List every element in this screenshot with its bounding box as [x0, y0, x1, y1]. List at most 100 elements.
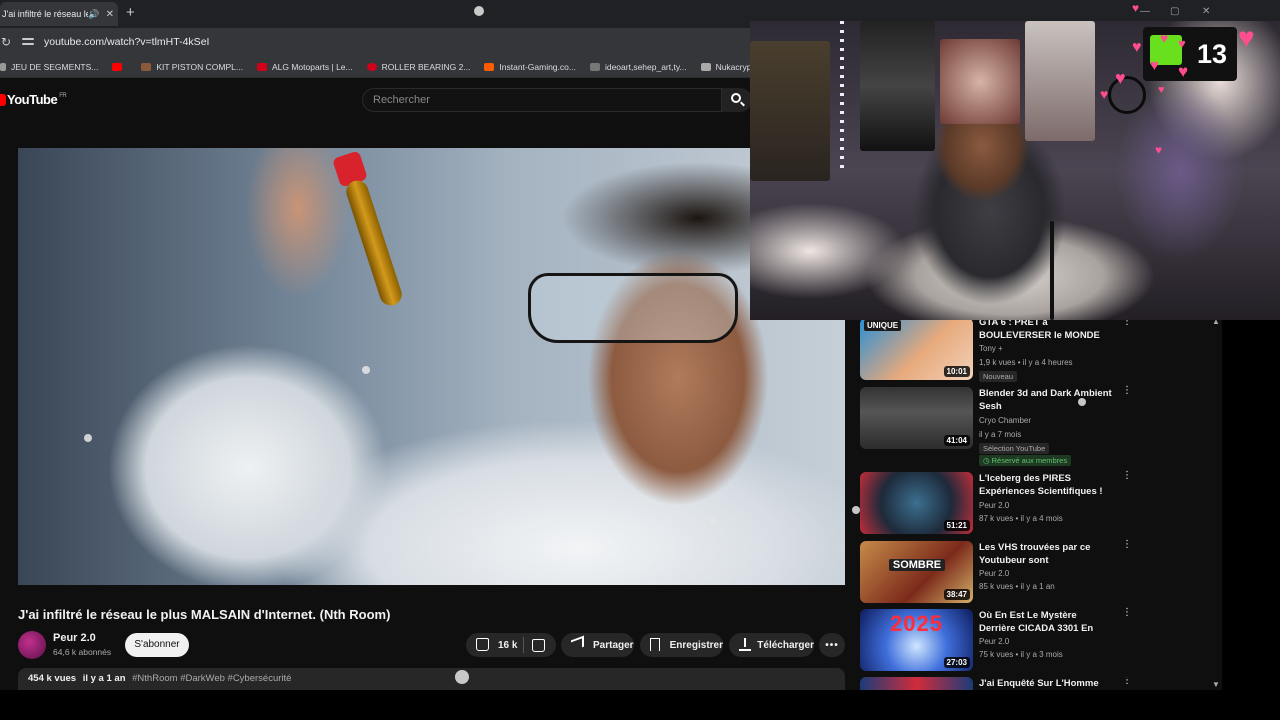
related-channel-name[interactable]: Peur 2.0 [979, 501, 1009, 510]
heart-icon: ♥ [1132, 39, 1142, 56]
more-options-icon[interactable]: ⋮ [1122, 317, 1132, 327]
video-thumbnail[interactable]: 51:21 [860, 472, 973, 534]
bookmark-favicon-icon [141, 62, 152, 71]
ring-light-stand [1050, 221, 1054, 320]
video-thumbnail[interactable]: UNIQUE 10:01 [860, 318, 973, 380]
bookmark-icon [650, 638, 660, 651]
dislike-button[interactable] [532, 638, 546, 652]
tab-title: J'ai infiltré le réseau le pl [2, 9, 89, 19]
thumbs-up-icon [476, 638, 489, 651]
search-input[interactable]: Rechercher [362, 88, 722, 112]
browser-tab[interactable]: J'ai infiltré le réseau le pl 🔊 ✕ [0, 2, 118, 26]
like-count: 16 k [498, 639, 518, 651]
video-player[interactable] [18, 148, 845, 585]
safety-goggles [528, 273, 738, 343]
save-button[interactable]: Enregistrer [640, 633, 723, 657]
related-video-meta: 87 k vues • il y a 4 mois [979, 514, 1063, 523]
like-dislike-group: 16 k [466, 633, 556, 657]
bookmark-favicon-icon [256, 62, 267, 71]
related-video-title[interactable]: L'Iceberg des PIRES Expériences Scientif… [979, 472, 1114, 498]
thumbnail-text: 2025 [890, 611, 943, 636]
video-title: J'ai infiltré le réseau le plus MALSAIN … [18, 607, 391, 622]
description-box[interactable]: 454 k vues il y a 1 an #NthRoom #DarkWeb… [18, 668, 845, 690]
like-button[interactable] [476, 638, 492, 652]
more-options-icon[interactable]: ⋮ [1122, 677, 1130, 686]
related-video[interactable]: 51:21 L'Iceberg des PIRES Expériences Sc… [860, 471, 1132, 536]
related-video-title[interactable]: Les VHS trouvées par ce Youtubeur sont T… [979, 541, 1114, 567]
related-video[interactable]: J'ai Enquêté Sur L'Homme Qui ⋮ [860, 677, 1130, 690]
more-options-icon[interactable]: ⋮ [1122, 608, 1132, 618]
bookmark-favicon-icon [700, 62, 711, 71]
channel-name[interactable]: Peur 2.0 [53, 632, 96, 644]
bookmark-item[interactable]: ROLLER BEARING 2... [366, 62, 470, 72]
bookmark-item[interactable]: Instant-Gaming.co... [484, 62, 576, 72]
bookmark-item[interactable] [112, 62, 127, 71]
wall-poster [1025, 21, 1095, 141]
related-channel-name[interactable]: Tony + [979, 344, 1003, 353]
share-button[interactable]: Partager [561, 633, 634, 657]
close-window-icon[interactable]: ✕ [1202, 6, 1210, 17]
close-tab-icon[interactable]: ✕ [106, 9, 114, 20]
heart-icon: ♥ [1150, 57, 1159, 74]
heart-icon: ♥ [1238, 22, 1255, 53]
share-icon [571, 635, 584, 652]
wall-poster [860, 21, 935, 151]
bookmark-favicon-icon [484, 62, 495, 71]
related-video[interactable]: UNIQUE 10:01 GTA 6 : PRÊT à BOULEVERSER … [860, 317, 1132, 382]
video-thumbnail[interactable]: 41:04 [860, 387, 973, 449]
bookmark-item[interactable]: JEU DE SEGMENTS... [0, 62, 98, 72]
heart-icon: ♥ [1115, 68, 1126, 88]
related-channel-name[interactable]: Peur 2.0 [979, 569, 1009, 578]
speaker-icon[interactable]: 🔊 [88, 9, 99, 20]
test-tube [343, 177, 405, 309]
related-video[interactable]: 2025 27:03 Où En Est Le Mystère Derrière… [860, 608, 1132, 673]
related-video[interactable]: 41:04 Blender 3d and Dark Ambient Sesh C… [860, 386, 1132, 466]
related-video-title[interactable]: J'ai Enquêté Sur L'Homme Qui [979, 677, 1114, 690]
site-info-icon[interactable] [22, 37, 36, 47]
bookmark-item[interactable]: KIT PISTON COMPL... [141, 62, 243, 72]
related-video-title[interactable]: Blender 3d and Dark Ambient Sesh [979, 387, 1114, 413]
wall-poster [750, 41, 830, 181]
reload-icon[interactable]: ↻ [0, 35, 12, 49]
ring-light [1108, 76, 1146, 114]
members-only-badge: ◷ Réservé aux membres [979, 455, 1072, 466]
thumbs-down-icon [532, 638, 546, 652]
video-thumbnail[interactable]: 2025 27:03 [860, 609, 973, 671]
youtube-logo[interactable]: YouTube FR [0, 92, 67, 107]
more-options-icon[interactable]: ⋮ [1122, 386, 1132, 396]
related-video-title[interactable]: Où En Est Le Mystère Derrière CICADA 330… [979, 609, 1114, 635]
maximize-icon[interactable]: ▢ [1170, 6, 1179, 17]
hashtags[interactable]: #NthRoom #DarkWeb #Cybersécurité [132, 673, 291, 684]
more-actions-button[interactable]: ••• [819, 633, 845, 657]
youtube-play-icon [0, 93, 6, 106]
url-field[interactable]: youtube.com/watch?v=tlmHT-4kSeI [44, 36, 209, 48]
new-tab-button[interactable]: + [126, 4, 135, 21]
related-video-meta: il y a 7 mois [979, 430, 1022, 439]
fairy-lights [840, 21, 844, 171]
scroll-down-icon[interactable]: ▼ [1212, 680, 1220, 689]
bookmark-item[interactable]: ALG Motoparts | Le... [256, 62, 353, 72]
related-video-meta: 85 k vues • il y a 1 an [979, 582, 1055, 591]
video-duration: 51:21 [943, 520, 970, 531]
related-video[interactable]: SOMBRE 38:47 Les VHS trouvées par ce You… [860, 540, 1132, 605]
search-button[interactable] [722, 88, 752, 112]
more-options-icon[interactable]: ⋮ [1122, 540, 1132, 550]
heart-icon: ♥ [1155, 143, 1163, 157]
video-thumbnail[interactable]: SOMBRE 38:47 [860, 541, 973, 603]
video-thumbnail[interactable] [860, 677, 973, 690]
minimize-icon[interactable]: — [1140, 6, 1150, 17]
thumbnail-text: UNIQUE [864, 320, 902, 331]
bookmark-favicon-icon [0, 62, 6, 71]
subscribe-button[interactable]: S'abonner [125, 633, 189, 657]
youtube-favicon-icon [112, 62, 123, 71]
more-options-icon[interactable]: ⋮ [1122, 471, 1132, 481]
bookmark-item[interactable]: ideoart,sehep_art,ty... [589, 62, 687, 72]
related-video-meta: 75 k vues • il y a 3 mois [979, 650, 1063, 659]
heart-icon: ♥ [1158, 84, 1165, 96]
download-button[interactable]: Télécharger [729, 633, 814, 657]
related-channel-name[interactable]: Peur 2.0 [979, 637, 1009, 646]
channel-avatar[interactable] [18, 631, 46, 659]
related-channel-name[interactable]: Cryo Chamber [979, 416, 1031, 425]
download-icon [739, 638, 751, 651]
heart-icon: ♥ [1132, 1, 1140, 15]
